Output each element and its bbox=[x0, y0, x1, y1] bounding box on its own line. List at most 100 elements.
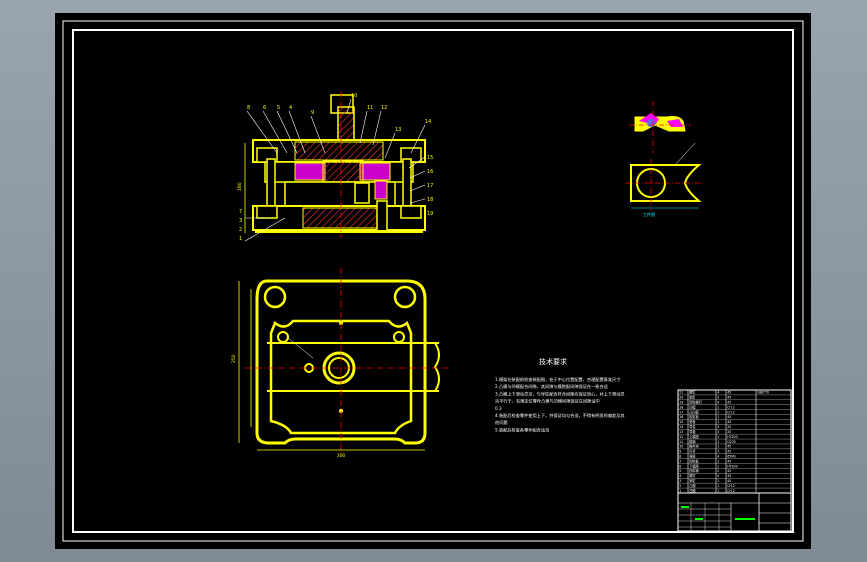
tech-req-line: 4.装配后检查零件使用上下，并保证均匀合适，不得有明显的偏差及其 bbox=[495, 412, 625, 419]
part-number-label: 18 bbox=[427, 197, 433, 203]
bom-table: 21 螺钉 4 45 GB/T7020 销钉 2 4519 卸料螺钉 4 4518 凹模 1 Cr1217… bbox=[677, 389, 792, 494]
bom-cell: 卸料板 bbox=[689, 458, 699, 463]
bom-cell: 45 bbox=[727, 396, 731, 400]
bom-cell: 45 bbox=[727, 474, 731, 478]
bom-cell: 2 bbox=[717, 396, 719, 400]
tech-req-line: 1.模架在装配前检查装配图，处于中心位置配置，合理配置基准尺寸 bbox=[495, 376, 620, 383]
bom-cell: 上模座 bbox=[689, 434, 699, 439]
part-number-label: 10 bbox=[351, 93, 357, 99]
bom-cell: 18 bbox=[679, 405, 683, 409]
bom-cell: 打杆 bbox=[689, 449, 696, 454]
bom-cell: 4 bbox=[679, 474, 681, 478]
bom-cell: 45 bbox=[727, 401, 731, 405]
bom-cell: 4 bbox=[717, 454, 719, 458]
tech-req-title: 技术要求 bbox=[539, 357, 567, 366]
part-number-label: 5 bbox=[277, 105, 280, 111]
cad-drawing: 8 6 5 491011 12131415161718197321180 300250 bbox=[62, 20, 804, 542]
tech-req-line: 3.凸模上下滑动灵活，与导柱配合符合间隙应保证同心，并上下滑动灵 bbox=[495, 390, 625, 397]
bom-cell: 螺钉 bbox=[689, 390, 696, 395]
bom-cell: 挡料销 bbox=[689, 468, 699, 473]
bom-cell: 凸模 bbox=[689, 483, 696, 488]
bom-cell: 4 bbox=[717, 474, 719, 478]
bom-cell: 固定板 bbox=[689, 414, 699, 419]
part-view: 工件图 bbox=[625, 101, 705, 217]
plan-view: 300 250 bbox=[231, 268, 450, 459]
bom-cell: 4 bbox=[717, 391, 719, 395]
part-number-label: 7 bbox=[239, 209, 242, 215]
tech-req-line: 他问题 bbox=[495, 419, 508, 426]
bom-cell: 13 bbox=[679, 430, 683, 434]
part-number-label: 19 bbox=[427, 211, 433, 217]
bom-cell: 17 bbox=[679, 410, 683, 414]
part-number-label: 1 bbox=[239, 236, 242, 242]
tech-req-line: 2.凸模与凹模配合间隙，其间隙与模腔配间隙保证在一致合适 bbox=[495, 383, 609, 390]
bom-cell: 16 bbox=[679, 415, 683, 419]
cad-viewport[interactable]: 8 6 5 4 9 10 11 12 13 14 15 16 17 18 19 7 3 2 1 180 300 250 bbox=[55, 13, 811, 549]
bom-cell: 45 bbox=[727, 459, 731, 463]
part-number-label: 16 bbox=[427, 169, 433, 175]
bom-cell: 凹模 bbox=[689, 488, 696, 493]
bom-cell: 凸凹模 bbox=[689, 409, 699, 414]
bom-cell: 65Mn bbox=[727, 454, 736, 458]
part-number-label: 3 bbox=[239, 218, 242, 224]
part-number-label: 8 bbox=[247, 105, 250, 111]
bom-cell: 5 bbox=[679, 469, 681, 473]
bom-cell: 凹模 bbox=[689, 404, 696, 409]
section-view bbox=[244, 91, 426, 242]
bom-cell: 45 bbox=[727, 469, 731, 473]
bom-cell: 2 bbox=[717, 479, 719, 483]
bom-cell: 导套 bbox=[689, 429, 696, 434]
bom-cell: 45 bbox=[727, 450, 731, 454]
bom-cell: 45 bbox=[727, 391, 731, 395]
bom-cell: 20 bbox=[679, 396, 683, 400]
bom-cell: Cr12 bbox=[727, 484, 735, 488]
part-number-label: 11 bbox=[367, 105, 373, 111]
part-number-label: 14 bbox=[425, 119, 431, 125]
bom-cell: 1 bbox=[717, 410, 719, 414]
part-number-label: 4 bbox=[289, 105, 292, 111]
bom-cell: 螺钉 bbox=[689, 473, 696, 478]
bom-cell: 45 bbox=[727, 415, 731, 419]
bom-cell: 10 bbox=[679, 445, 683, 449]
bom-cell: 4 bbox=[717, 401, 719, 405]
bom-cell: 20 bbox=[727, 430, 731, 434]
bom-cell: Q235 bbox=[727, 440, 736, 444]
bom-cell: GB/T70 bbox=[757, 391, 769, 395]
bom-cell: 3 bbox=[679, 479, 681, 483]
bom-cell: HT200 bbox=[727, 435, 737, 439]
bom-cell: 19 bbox=[679, 401, 683, 405]
bom-cell: 12 bbox=[679, 435, 683, 439]
bom-cell: 1 bbox=[717, 415, 719, 419]
bom-cell: 1 bbox=[679, 489, 681, 493]
bom-cell: 6 bbox=[679, 464, 681, 468]
bom-cell: 45 bbox=[727, 479, 731, 483]
bom-cell: 1 bbox=[717, 435, 719, 439]
bom-cell: 销钉 bbox=[689, 395, 696, 400]
bom-cell: 11 bbox=[679, 440, 683, 444]
part-number-label: 12 bbox=[381, 105, 387, 111]
bom-cell: 推件块 bbox=[689, 444, 699, 449]
bom-cell: 2 bbox=[679, 484, 681, 488]
bom-cell: 1 bbox=[717, 405, 719, 409]
bom-cell: 14 bbox=[679, 425, 683, 429]
part-number-label: 15 bbox=[427, 155, 433, 161]
tech-req-line: 0.3 bbox=[495, 406, 502, 411]
bom-cell: 销钉 bbox=[689, 478, 696, 483]
tech-req-lines: 1.模架在装配前检查装配图，处于中心位置配置，合理配置基准尺寸2.凸模与凹模配合… bbox=[495, 376, 625, 433]
bom-cell: 15 bbox=[679, 420, 683, 424]
bom-cell: 1 bbox=[717, 464, 719, 468]
title-block bbox=[677, 492, 792, 532]
bom-cell: 21 bbox=[679, 391, 683, 395]
bom-cell: 2 bbox=[717, 430, 719, 434]
bom-cell: Cr12 bbox=[727, 405, 735, 409]
part-number-label: 17 bbox=[427, 183, 433, 189]
bom-cell: 1 bbox=[717, 459, 719, 463]
part-view-label: 工件图 bbox=[643, 211, 655, 217]
bom-cell: 8 bbox=[679, 454, 681, 458]
bom-cell: 9 bbox=[679, 450, 681, 454]
part-number-label: 13 bbox=[395, 127, 401, 133]
plan-height-dim: 250 bbox=[231, 354, 237, 363]
bom-cell: 45 bbox=[727, 445, 731, 449]
bom-cell: 弹簧 bbox=[689, 453, 696, 458]
bom-cell: 下模座 bbox=[689, 463, 699, 468]
